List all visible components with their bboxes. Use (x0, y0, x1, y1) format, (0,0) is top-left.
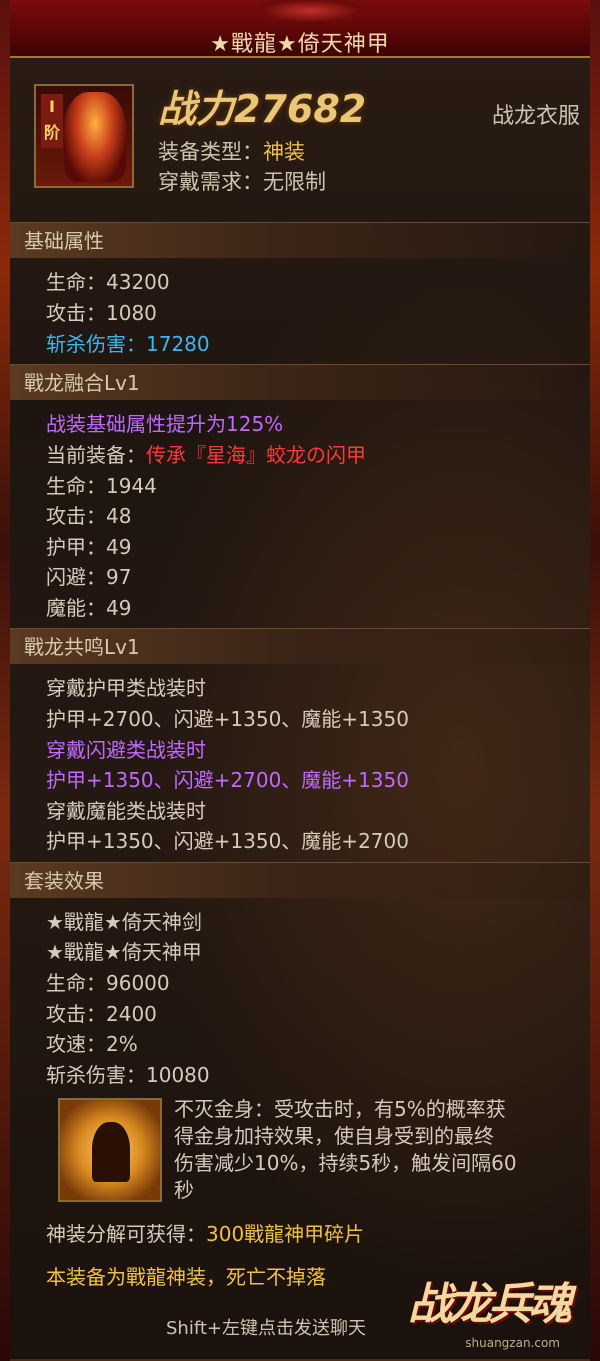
left-border (0, 0, 10, 1361)
fusion-dodge: 闪避：97 (46, 565, 132, 589)
resonance-armor-title: 穿戴护甲类战装时 (46, 676, 206, 700)
base-slash-label: 斩杀伤害： (46, 332, 146, 356)
section-resonance: 戰龙共鸣Lv1 (10, 628, 590, 664)
title-ornament (260, 0, 360, 22)
right-border (590, 0, 600, 1361)
equipment-type-value: 神装 (263, 140, 305, 164)
skill-line-1: 不灭金身：受攻击时，有5%的概率获 (174, 1097, 506, 1121)
item-kind: 战龙衣服 (491, 104, 580, 129)
resonance-magic-stats: 护甲+1350、闪避+1350、魔能+2700 (46, 829, 409, 853)
fusion-hp: 生命：1944 (46, 474, 157, 498)
skill-silhouette (92, 1122, 130, 1182)
section-set-effect: 套装效果 (10, 862, 590, 898)
fusion-boost: 战装基础属性提升为125% (46, 412, 284, 436)
wear-requirement: 穿戴需求：无限制 (158, 170, 326, 194)
fusion-current-label: 当前装备： (46, 443, 146, 467)
set-speed: 攻速：2% (46, 1032, 138, 1056)
set-atk: 攻击：2400 (46, 1002, 157, 1026)
skill-line-2: 得金身加持效果，使自身受到的最终 (174, 1124, 494, 1148)
set-piece-sword: ★戰龍★倚天神剑 (46, 910, 202, 934)
armor-figure (64, 92, 126, 182)
skill-line-3: 伤害减少10%，持续5秒，触发间隔60 (174, 1151, 517, 1175)
equipment-type: 装备类型：神装 (158, 136, 305, 166)
skill-description: 不灭金身：受攻击时，有5%的概率获 得金身加持效果，使自身受到的最终 伤害减少1… (174, 1096, 546, 1204)
decompose-label: 神装分解可获得： (46, 1222, 206, 1246)
item-title: ★戰龍★倚天神甲 (210, 32, 390, 57)
section-fusion: 戰龙融合Lv1 (10, 364, 590, 400)
base-atk: 攻击：1080 (46, 301, 157, 325)
section-base-attributes: 基础属性 (10, 222, 590, 258)
title-bar: ★戰龍★倚天神甲 (10, 0, 590, 58)
base-slash: 斩杀伤害：17280 (46, 328, 210, 357)
combat-power: 战力27682 (158, 87, 367, 131)
resonance-dodge-title: 穿戴闪避类战装时 (46, 738, 206, 762)
fusion-atk: 攻击：48 (46, 504, 132, 528)
decompose-info: 神装分解可获得：300戰龍神甲碎片 (46, 1218, 364, 1247)
resonance-dodge-stats: 护甲+1350、闪避+2700、魔能+1350 (46, 768, 409, 792)
fusion-armor: 护甲：49 (46, 535, 132, 559)
set-slash: 斩杀伤害：10080 (46, 1063, 210, 1087)
base-hp: 生命：43200 (46, 270, 170, 294)
set-piece-armor: ★戰龍★倚天神甲 (46, 940, 202, 964)
armor-icon[interactable]: I 阶 (34, 84, 134, 188)
decompose-value: 300戰龍神甲碎片 (206, 1222, 365, 1246)
site-watermark: shuangzan.com (465, 1336, 560, 1350)
fusion-magic: 魔能：49 (46, 596, 132, 620)
drop-notice: 本装备为戰龍神装，死亡不掉落 (46, 1265, 326, 1289)
base-slash-value: 17280 (146, 332, 210, 356)
share-hint: Shift+左键点击发送聊天 (166, 1318, 366, 1339)
resonance-magic-title: 穿戴魔能类战装时 (46, 799, 206, 823)
set-hp: 生命：96000 (46, 971, 170, 995)
tier-badge: I 阶 (41, 94, 63, 148)
skill-line-4: 秒 (174, 1178, 194, 1202)
fusion-current-equipment: 当前装备：传承『星海』蛟龙の闪甲 (46, 439, 366, 468)
resonance-armor-stats: 护甲+2700、闪避+1350、魔能+1350 (46, 707, 409, 731)
golden-body-icon[interactable] (58, 1098, 162, 1202)
equipment-type-label: 装备类型： (158, 140, 263, 164)
fusion-current-value: 传承『星海』蛟龙の闪甲 (146, 443, 366, 467)
